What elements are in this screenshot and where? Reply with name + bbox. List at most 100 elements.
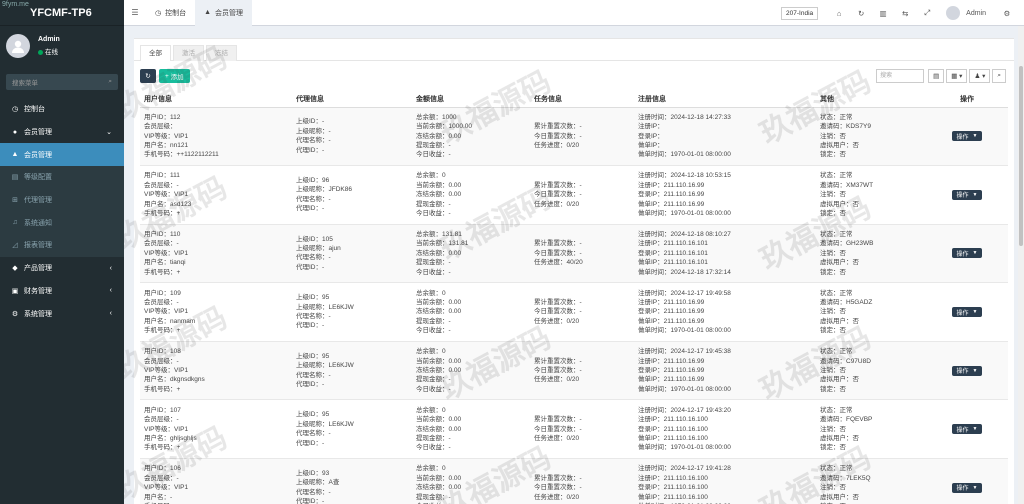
column-header[interactable]: 用户信息	[140, 91, 292, 108]
amount-info-cell: 总余额：131.81 当前余额：131.81 冻结余额：0.00 提现金额：- 今日收益…	[412, 224, 530, 284]
cell-line: 上级ID：-	[296, 118, 325, 126]
app-logo[interactable]: 9fym.me YFCMF-TP6	[0, 0, 124, 26]
operation-dropdown-button[interactable]: 操作 ▼	[951, 482, 983, 493]
cell-line: VIP等级：VIP1	[144, 425, 189, 433]
operation-dropdown-button[interactable]: 操作 ▼	[951, 131, 983, 142]
tab-member-management[interactable]: ▲ 会员管理	[195, 0, 253, 26]
cell-line: 上级昵称：A查	[296, 479, 340, 487]
sidebar-item-finance[interactable]: ▣ 财务管理 ‹	[0, 280, 124, 303]
column-header[interactable]: 代理信息	[292, 91, 412, 108]
cell-line: 上级昵称：LE6KJW	[296, 420, 354, 428]
caret-down-icon: ▼	[972, 133, 978, 140]
cell-line: 代理ID：-	[296, 498, 325, 504]
cell-line: 总余额：0	[416, 348, 446, 356]
cell-line: VIP等级：VIP1	[144, 249, 189, 257]
cell-line: 锁定：否	[820, 210, 846, 217]
plus-icon: +	[165, 72, 169, 80]
cell-line: 任务进度：0/20	[534, 376, 580, 384]
cell-line: 邀请码：H5GADZ	[820, 298, 873, 306]
action-cell: 操作 ▼	[926, 165, 1008, 225]
operation-dropdown-button[interactable]: 操作 ▼	[951, 307, 983, 318]
sidebar-item-level-config[interactable]: ▤ 等级配置	[0, 166, 124, 189]
sidebar-item-notice[interactable]: ♫ 系统通知	[0, 211, 124, 235]
cell-line: 做单IP：211.110.16.100	[638, 493, 708, 501]
home-icon[interactable]: ⌂	[828, 9, 850, 18]
fullscreen-icon[interactable]: ⤢	[916, 8, 938, 18]
table-body: 用户ID：112 会员层级： VIP等级：VIP1 用户名：nn121 手机号码：++1…	[140, 107, 1008, 504]
trash-icon[interactable]: ▥	[872, 9, 894, 18]
tab-active[interactable]: 激活	[173, 45, 204, 61]
sidebar-item-report[interactable]: ◿ 报表管理	[0, 234, 124, 257]
other-info-cell: 状态：正常 邀请码：XM37WT 注销：否 虚拟用户：否 锁定：否	[816, 165, 926, 225]
language-select[interactable]: 207-India	[781, 6, 819, 20]
column-header[interactable]: 金额信息	[412, 91, 530, 108]
cell-line: VIP等级：VIP1	[144, 308, 189, 316]
action-cell: 操作 ▼	[926, 224, 1008, 284]
operation-dropdown-button[interactable]: 操作 ▼	[951, 248, 983, 259]
gears-icon[interactable]: ⚙	[996, 9, 1018, 18]
cell-line: 冻结余额：0.00	[416, 249, 462, 257]
sidebar-item-dashboard[interactable]: ◷ 控制台	[0, 98, 124, 121]
cell-line: 累计重置次数：-	[534, 474, 582, 482]
table-search-input[interactable]: 搜索	[876, 69, 925, 83]
page-scrollbar[interactable]	[1018, 26, 1024, 504]
cell-line: 累计重置次数：-	[534, 298, 582, 306]
sidebar-item-member-management[interactable]: ▲ 会员管理	[0, 143, 124, 167]
tab-dashboard[interactable]: ◷ 控制台	[146, 0, 195, 26]
cell-line: 做单IP：211.110.16.99	[638, 317, 705, 325]
tab-all[interactable]: 全部	[140, 45, 171, 61]
sidebar-item-system[interactable]: ⚙ 系统管理 ‹	[0, 302, 124, 325]
tab-frozen[interactable]: 冻结	[206, 45, 237, 61]
sidebar-item-members[interactable]: ● 会员管理 ⌄	[0, 121, 124, 144]
column-header[interactable]: 任务信息	[530, 91, 634, 108]
cell-line: 注销：否	[820, 191, 846, 199]
cell-line: 总余额：131.81	[416, 230, 462, 238]
sidebar-item-products[interactable]: ◆ 产品管理 ‹	[0, 257, 124, 280]
export-button[interactable]: ♟ ▾	[969, 69, 991, 83]
amount-info-cell: 总余额：0当前余额：0.00冻结余额：0.00提现金额：-今日收益：-	[412, 165, 530, 225]
refresh-icon[interactable]: ↻	[850, 9, 872, 18]
cell-line: 虚拟用户：否	[820, 200, 859, 208]
cell-line: 上级ID：96	[296, 177, 330, 185]
sidebar-search-input[interactable]: 搜索菜单 ⌕	[6, 74, 118, 90]
columns-button[interactable]: ▦ ▾	[946, 69, 968, 83]
avatar	[946, 6, 961, 20]
sidebar-item-agent[interactable]: ⊞ 代理管理	[0, 188, 124, 212]
cell-line: VIP等级：VIP1	[144, 191, 189, 199]
column-header[interactable]: 操作	[926, 91, 1008, 108]
operation-dropdown-button[interactable]: 操作 ▼	[951, 365, 983, 376]
cell-line: 今日收益：-	[416, 268, 451, 276]
cell-line: 用户ID：110	[144, 230, 181, 238]
search-toggle-button[interactable]: ⌕	[992, 69, 1006, 83]
cell-line: 总余额：0	[416, 465, 446, 473]
sidebar-toggle-button[interactable]: ☰	[124, 8, 146, 17]
cell-line: 任务进度：0/20	[534, 317, 580, 325]
user-info-cell: 用户ID：111 会员层级：- VIP等级：VIP1 用户名：asd123 手机号码：+	[140, 165, 292, 225]
cell-line: 注册时间：2024-12-17 19:45:38	[638, 348, 731, 356]
amount-info-cell: 总余额：0当前余额：0.00冻结余额：0.00提现金额：-今日收益：-	[412, 399, 530, 460]
cell-line: 注册时间：2024-12-18 14:27:33	[638, 113, 731, 121]
other-info-cell: 状态：正常 邀请码：GH23WB 注销：否 虚拟用户：否 锁定：否	[816, 224, 926, 284]
user-icon: ▲	[11, 151, 19, 159]
cell-line: 注销：否	[820, 425, 846, 433]
cell-line: 当前余额：0.00	[416, 474, 462, 482]
refresh-icon: ↻	[145, 73, 151, 80]
add-button[interactable]: + 添加	[159, 69, 190, 83]
scrollbar-thumb[interactable]	[1019, 66, 1023, 246]
cell-line: 上级ID：95	[296, 352, 330, 360]
column-header[interactable]: 注册信息	[634, 91, 816, 108]
agent-info-cell: 上级ID：93 上级昵称：A查 代理名称：- 代理ID：-	[292, 458, 412, 504]
operation-dropdown-button[interactable]: 操作 ▼	[951, 424, 983, 435]
translate-icon[interactable]: ⇆	[894, 9, 916, 18]
toggle-view-button[interactable]: ▤	[928, 69, 945, 83]
cell-line: 今日重置次数：-	[534, 308, 582, 316]
topbar-user-menu[interactable]: Admin	[946, 6, 986, 20]
cell-line: 锁定：否	[820, 151, 846, 159]
user-export-icon: ♟ ▾	[974, 73, 986, 80]
cell-line: 会员层级：-	[144, 298, 179, 306]
column-header[interactable]: 其他	[816, 91, 926, 108]
cell-line: 手机号码：++1122112211	[144, 151, 219, 159]
operation-dropdown-button[interactable]: 操作 ▼	[951, 189, 983, 200]
cell-line: 锁定：否	[820, 444, 846, 452]
refresh-button[interactable]: ↻	[140, 69, 156, 83]
